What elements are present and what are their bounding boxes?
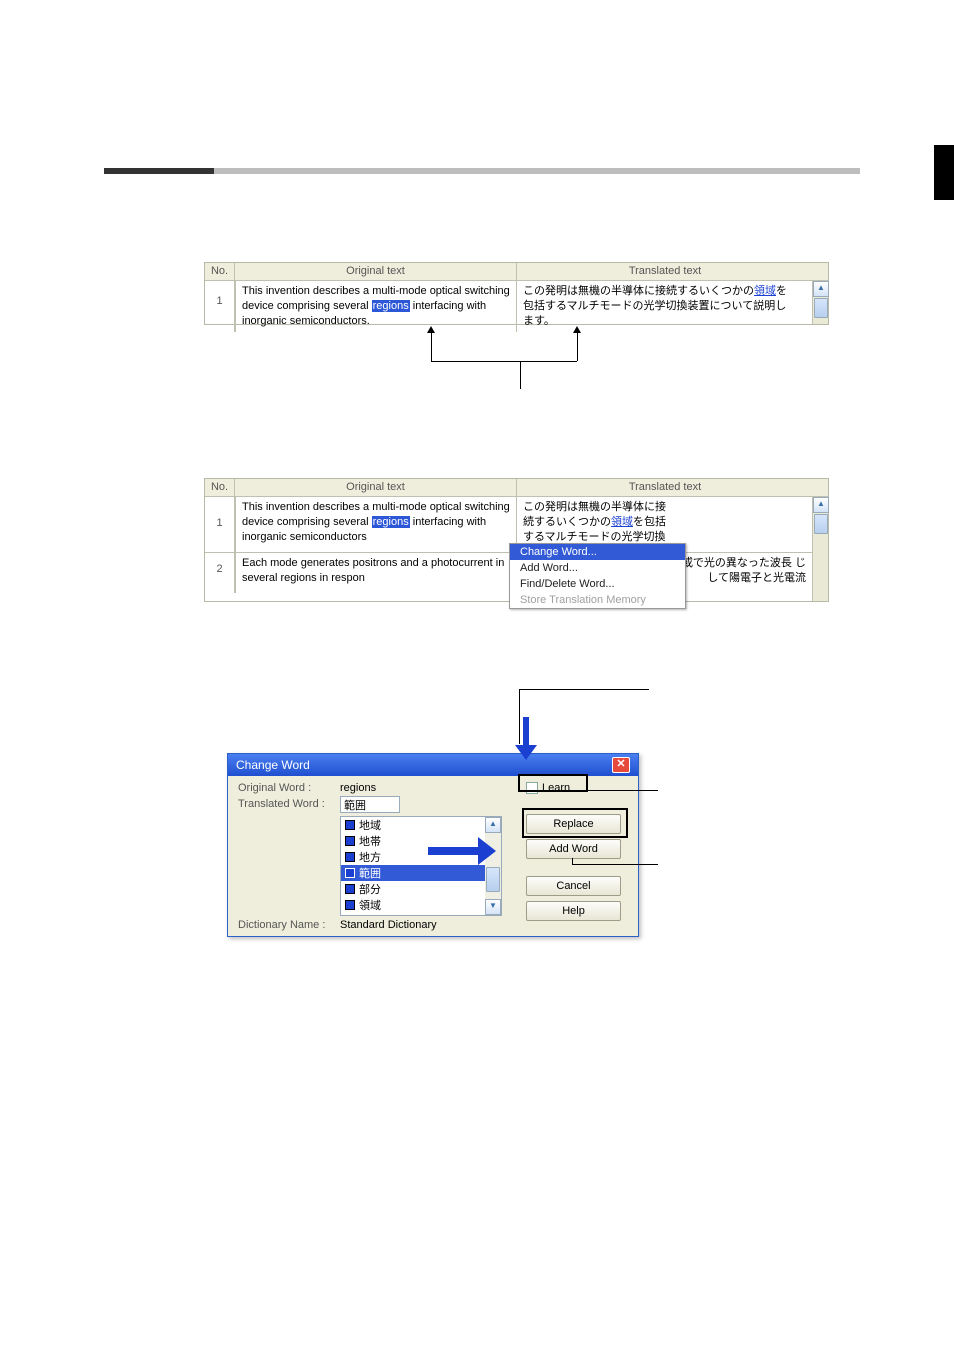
translation-list[interactable]: 地域 地帯 地方 範囲 部分 領域 ▲ ▼	[340, 816, 502, 916]
scroll-thumb[interactable]	[486, 867, 500, 892]
arrow-up-icon	[427, 326, 435, 333]
translation-table-1: No. Original text Translated text 1 This…	[204, 262, 829, 325]
step-number: 3	[104, 434, 115, 457]
highlight-translated[interactable]: 領域	[754, 285, 776, 297]
col-original: Original text	[235, 263, 517, 280]
scrollbar[interactable]: ▲	[812, 497, 828, 601]
connector	[588, 790, 658, 791]
highlight-original[interactable]: regions	[372, 300, 410, 312]
row-no: 1	[205, 497, 235, 552]
list-item-selected[interactable]: 範囲	[341, 865, 485, 881]
connector	[572, 864, 658, 865]
step-text: In the [Sentence] translation display, d…	[142, 220, 842, 262]
header-rule	[104, 168, 860, 174]
original-text-cell[interactable]: This invention describes a multi-mode op…	[235, 281, 517, 332]
hint-block: Hint Only words used in the translation …	[142, 1002, 852, 1057]
col-translated: Translated text	[517, 479, 813, 496]
highlight-translated[interactable]: 領域	[611, 516, 633, 528]
connector	[519, 689, 520, 744]
scroll-up-icon[interactable]: ▲	[813, 281, 829, 297]
original-text-cell[interactable]: This invention describes a multi-mode op…	[235, 497, 517, 552]
translated-text-cell[interactable]: 或で光の異なった波長 じして陽電子と光電流	[668, 553, 812, 593]
chapter-title: Chapter 2 Basic Translation	[733, 118, 856, 129]
menu-find-delete-word[interactable]: Find/Delete Word...	[510, 576, 685, 592]
col-translated: Translated text	[517, 263, 813, 280]
value-original-word: regions	[340, 782, 376, 794]
scroll-up-icon[interactable]: ▲	[813, 497, 829, 513]
menu-store-tm: Store Translation Memory	[510, 592, 685, 608]
col-no: No.	[205, 263, 235, 280]
page-number: 23	[0, 1296, 954, 1308]
dialog-titlebar[interactable]: Change Word ✕	[228, 754, 638, 776]
row-no: 2	[205, 553, 235, 593]
highlight-original[interactable]: regions	[372, 516, 410, 528]
arrow-down-icon	[515, 745, 537, 760]
step-text: Right-click on the highlighted word to s…	[142, 436, 842, 457]
sub-caption-3: The [Change Word] dialog box opens.	[204, 622, 406, 640]
row-no: 1	[205, 281, 235, 332]
callout-replace	[522, 808, 628, 838]
connector	[431, 361, 520, 362]
value-dictionary: Standard Dictionary	[340, 919, 437, 931]
label-original-word: Original Word :	[238, 782, 311, 794]
dialog-title: Change Word	[236, 758, 310, 772]
step-number: 4	[104, 664, 115, 687]
add-word-button[interactable]: Add Word	[526, 839, 621, 859]
scrollbar[interactable]: ▲	[812, 281, 828, 324]
menu-change-word[interactable]: Change Word...	[510, 544, 685, 560]
scroll-thumb[interactable]	[814, 514, 828, 534]
label-translated-word: Translated Word :	[238, 798, 325, 810]
scroll-down-icon[interactable]: ▼	[485, 899, 501, 915]
input-translated-word[interactable]	[340, 796, 400, 813]
menu-add-word[interactable]: Add Word...	[510, 560, 685, 576]
list-item[interactable]: 部分	[341, 881, 485, 897]
arrow-up-icon	[573, 326, 581, 333]
connector	[520, 361, 577, 362]
callout-text-learn: Select this check box to store this tran…	[660, 762, 855, 812]
col-no: No.	[205, 479, 235, 496]
sub-caption-4: The translation is replaced with the sel…	[204, 958, 470, 976]
label-dictionary: Dictionary Name :	[238, 919, 325, 931]
original-text-cell[interactable]: Each mode generates positrons and a phot…	[235, 553, 517, 593]
cancel-button[interactable]: Cancel	[526, 876, 621, 896]
hint-text: Only words used in the translation can b…	[142, 1020, 852, 1057]
step-text: Select a translation from the list then …	[142, 666, 842, 687]
scroll-thumb[interactable]	[814, 298, 828, 318]
connector	[520, 361, 521, 389]
hint-heading: Hint	[142, 1002, 852, 1016]
connector	[577, 333, 578, 361]
close-icon[interactable]: ✕	[612, 757, 630, 773]
col-original: Original text	[235, 479, 517, 496]
arrow-right-icon	[478, 837, 496, 865]
caption-highlight: The original word and its translation ar…	[306, 394, 736, 411]
scroll-up-icon[interactable]: ▲	[485, 817, 501, 833]
connector	[431, 333, 432, 361]
list-item[interactable]: 領域	[341, 897, 485, 913]
callout-learn	[518, 774, 588, 792]
step-number: 2	[104, 218, 115, 241]
list-scrollbar[interactable]: ▲ ▼	[485, 817, 501, 915]
callout-text-addword: Click this button to add a new word that…	[660, 850, 855, 883]
side-tab	[934, 145, 954, 200]
help-button[interactable]: Help	[526, 901, 621, 921]
list-item[interactable]: 地域	[341, 817, 485, 833]
context-menu[interactable]: Change Word... Add Word... Find/Delete W…	[509, 543, 686, 609]
translated-text-cell[interactable]: この発明は無機の半導体に接続するいくつかの領域を包括するマルチモードの光学切換装…	[517, 281, 802, 332]
connector	[519, 689, 649, 690]
